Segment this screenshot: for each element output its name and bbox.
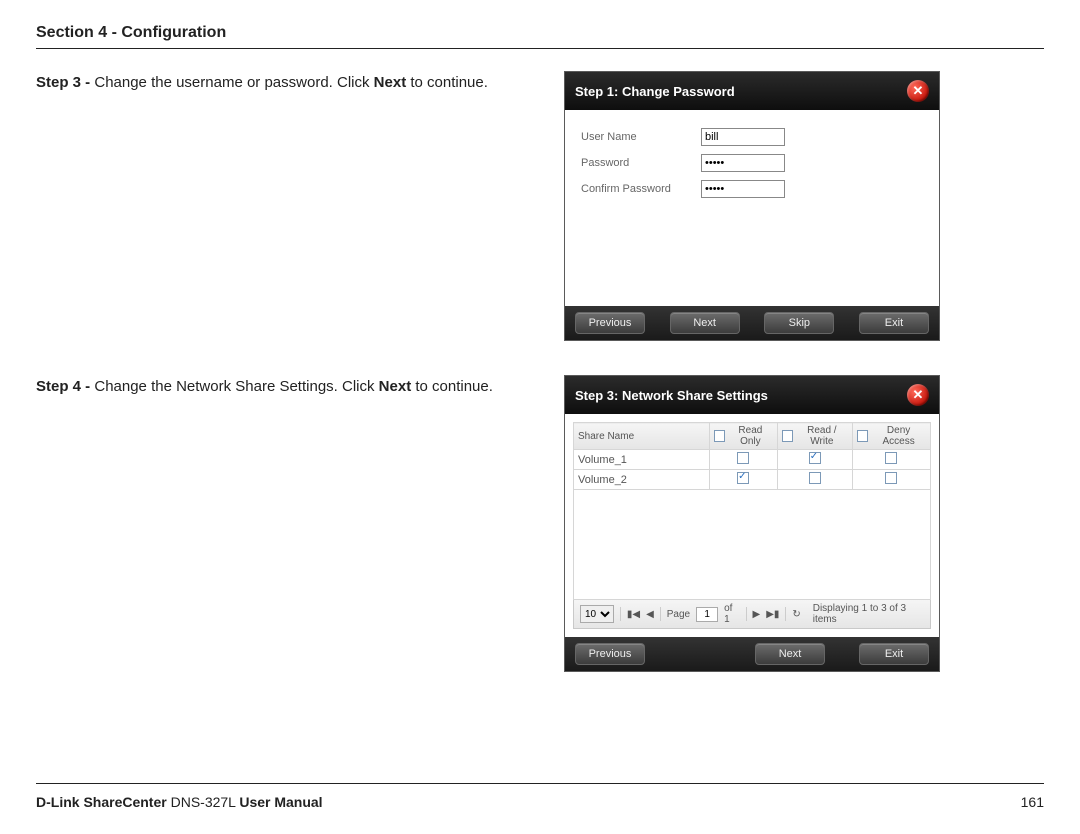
- deny-checkbox[interactable]: [885, 452, 897, 464]
- confirm-label: Confirm Password: [581, 183, 701, 195]
- panel2-header: Step 3: Network Share Settings ✕: [565, 376, 939, 414]
- separator: [620, 607, 621, 621]
- brand-bold2: User Manual: [239, 794, 322, 810]
- step4-tb: to continue.: [411, 378, 493, 395]
- close-icon[interactable]: ✕: [907, 80, 929, 102]
- last-page-icon[interactable]: ▶▮: [766, 609, 779, 620]
- readonly-checkbox[interactable]: [737, 452, 749, 464]
- confirm-row: Confirm Password: [565, 176, 939, 202]
- share-table: Share Name Read Only Read / Write Deny A…: [573, 422, 931, 600]
- step3-ta: Change the username or password. Click: [94, 74, 373, 91]
- skip-button[interactable]: Skip: [764, 312, 834, 334]
- pager: 10 ▮◀ ◀ Page of 1 ▶ ▶▮ ↻ Displaying 1 to…: [573, 600, 931, 629]
- brand-model: DNS-327L: [167, 794, 240, 810]
- username-row: User Name: [565, 124, 939, 150]
- previous-button[interactable]: Previous: [575, 643, 645, 665]
- prev-page-icon[interactable]: ◀: [646, 609, 654, 620]
- next-button[interactable]: Next: [670, 312, 740, 334]
- step4-next: Next: [379, 378, 412, 395]
- empty-area: [574, 490, 931, 600]
- page-input[interactable]: [696, 607, 718, 622]
- pager-status: Displaying 1 to 3 of 3 items: [813, 603, 924, 625]
- page-of: of 1: [724, 603, 739, 625]
- refresh-icon[interactable]: ↻: [792, 609, 800, 620]
- panel2-footer: Previous Next Exit: [565, 637, 939, 671]
- separator: [660, 607, 661, 621]
- step3-tb: to continue.: [406, 74, 488, 91]
- pagesize-select[interactable]: 10: [580, 605, 614, 623]
- step4-row: Step 4 - Change the Network Share Settin…: [36, 375, 1044, 672]
- col-rw-label: Read / Write: [796, 425, 848, 447]
- footer-brand: D-Link ShareCenter DNS-327L User Manual: [36, 794, 323, 810]
- next-button[interactable]: Next: [755, 643, 825, 665]
- step3-text: Step 3 - Change the username or password…: [36, 71, 536, 93]
- col-denyaccess: Deny Access: [852, 423, 930, 450]
- panel2-body: Share Name Read Only Read / Write Deny A…: [565, 414, 939, 637]
- table-row: Volume_1: [574, 450, 931, 470]
- step3-row: Step 3 - Change the username or password…: [36, 71, 1044, 341]
- panel1-header: Step 1: Change Password ✕: [565, 72, 939, 110]
- readwrite-checkbox[interactable]: [809, 452, 821, 464]
- checkbox-icon[interactable]: [782, 430, 793, 442]
- panel1-body: User Name Password Confirm Password: [565, 110, 939, 306]
- share-settings-panel: Step 3: Network Share Settings ✕ Share N…: [564, 375, 940, 672]
- page-number: 161: [1021, 794, 1044, 810]
- exit-button[interactable]: Exit: [859, 312, 929, 334]
- exit-button[interactable]: Exit: [859, 643, 929, 665]
- share-name-cell: Volume_2: [574, 470, 710, 490]
- separator: [785, 607, 786, 621]
- change-password-panel: Step 1: Change Password ✕ User Name Pass…: [564, 71, 940, 341]
- col-readonly: Read Only: [709, 423, 777, 450]
- panel1-footer: Previous Next Skip Exit: [565, 306, 939, 340]
- step4-text: Step 4 - Change the Network Share Settin…: [36, 375, 536, 397]
- username-input[interactable]: [701, 128, 785, 146]
- step4-ta: Change the Network Share Settings. Click: [94, 378, 378, 395]
- col-ro-label: Read Only: [728, 425, 773, 447]
- panel1-title: Step 1: Change Password: [575, 84, 735, 99]
- previous-button[interactable]: Previous: [575, 312, 645, 334]
- password-row: Password: [565, 150, 939, 176]
- section-header: Section 4 - Configuration: [36, 24, 1044, 49]
- share-name-cell: Volume_1: [574, 450, 710, 470]
- deny-checkbox[interactable]: [885, 472, 897, 484]
- step4-prefix: Step 4 -: [36, 378, 94, 395]
- table-row: Volume_2: [574, 470, 931, 490]
- password-label: Password: [581, 157, 701, 169]
- password-input[interactable]: [701, 154, 785, 172]
- col-sharename: Share Name: [574, 423, 710, 450]
- col-deny-label: Deny Access: [871, 425, 926, 447]
- panel2-title: Step 3: Network Share Settings: [575, 388, 768, 403]
- brand-bold1: D-Link ShareCenter: [36, 794, 167, 810]
- separator: [746, 607, 747, 621]
- readwrite-checkbox[interactable]: [809, 472, 821, 484]
- step3-next: Next: [374, 74, 407, 91]
- page-footer: D-Link ShareCenter DNS-327L User Manual …: [36, 783, 1044, 810]
- col-readwrite: Read / Write: [777, 423, 852, 450]
- close-icon[interactable]: ✕: [907, 384, 929, 406]
- checkbox-icon[interactable]: [714, 430, 725, 442]
- step3-prefix: Step 3 -: [36, 74, 94, 91]
- table-header: Share Name Read Only Read / Write Deny A…: [574, 423, 931, 450]
- confirm-input[interactable]: [701, 180, 785, 198]
- first-page-icon[interactable]: ▮◀: [627, 609, 640, 620]
- username-label: User Name: [581, 131, 701, 143]
- next-page-icon[interactable]: ▶: [753, 609, 761, 620]
- checkbox-icon[interactable]: [857, 430, 868, 442]
- page-label: Page: [667, 609, 690, 620]
- readonly-checkbox[interactable]: [737, 472, 749, 484]
